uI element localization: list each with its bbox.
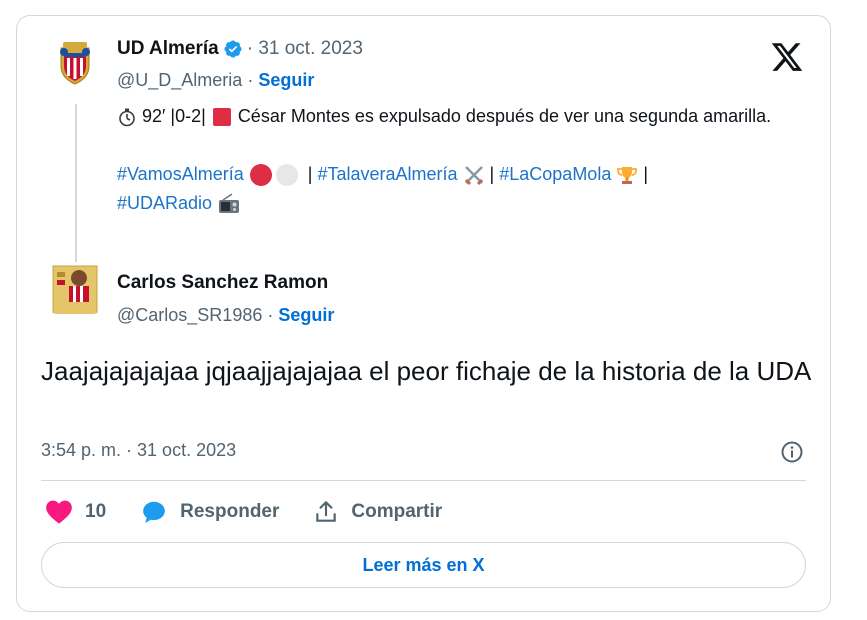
hashtag-lacopamola[interactable]: #LaCopaMola [499,164,611,184]
reply-author-name[interactable]: Carlos Sanchez Ramon [117,272,328,294]
like-button[interactable]: 10 [45,499,106,525]
red-square-icon [212,108,231,127]
handle-separator: · [242,70,259,90]
quoted-date[interactable]: · 31 oct. 2023 [247,38,363,60]
trophy-icon [617,167,638,185]
reply-tweet-header: Carlos Sanchez Ramon [117,272,328,294]
read-more-on-x-button[interactable]: Leer más en X [41,542,806,588]
info-icon[interactable] [780,440,804,464]
quoted-handle[interactable]: @U_D_Almeria [117,70,242,90]
quoted-text-paragraph: 92′ |0-2| César Montes es expulsado desp… [117,102,777,131]
x-logo-icon[interactable] [770,40,804,74]
ud-almeria-crest-logo [49,36,101,88]
quoted-author-name[interactable]: UD Almería [117,38,219,60]
hashtag-udaradio[interactable]: #UDARadio [117,193,212,213]
match-minute-score: 92′ |0-2| [142,106,206,126]
red-white-circles-icon [249,164,298,187]
reply-tweet-text: Jaajajajajajaa jqjaajjajajajaa el peor f… [41,356,812,386]
reply-label: Responder [180,501,280,522]
tweet-timestamp[interactable]: 3:54 p. m. · 31 oct. 2023 [41,440,236,461]
tweet-embed-card: UD Almería · 31 oct. 2023 @U_D_Almeria ·… [16,15,831,612]
quoted-handle-row: @U_D_Almeria · Seguir [117,70,314,91]
radio-icon [219,193,240,214]
thread-connector-line [75,104,77,272]
reply-button[interactable]: Responder [140,499,279,525]
ud-almeria-avatar[interactable] [49,36,101,88]
like-count: 10 [85,501,107,522]
heart-icon [46,500,72,524]
reply-bubble-icon [143,501,165,523]
hashtag-separator: | [307,164,313,184]
share-label: Compartir [351,501,443,522]
carlos-avatar[interactable] [49,262,101,314]
hashtag-talaveraalmeria[interactable]: #TalaveraAlmería [317,164,457,184]
expulsion-text: César Montes es expulsado después de ver… [237,106,772,126]
crossed-swords-icon [464,166,483,186]
fifa-card-avatar-image [49,262,101,314]
tweet-actions-bar: 10 Responder Compartir [45,498,476,526]
handle-separator: · [262,305,279,325]
reply-handle[interactable]: @Carlos_SR1986 [117,305,262,325]
hashtag-vamosalmeria[interactable]: #VamosAlmería [117,164,244,184]
stopwatch-icon [119,108,135,127]
follow-button-carlos[interactable]: Seguir [278,305,334,325]
share-icon [316,501,337,522]
follow-button-almeria[interactable]: Seguir [258,70,314,90]
hashtag-separator: | [489,164,495,184]
actions-divider [41,480,806,481]
quoted-tweet-text: 92′ |0-2| César Montes es expulsado desp… [117,102,777,218]
verified-badge-icon [224,40,242,58]
quoted-tweet-header: UD Almería · 31 oct. 2023 [117,38,363,60]
hashtag-separator: | [643,164,649,184]
reply-handle-row: @Carlos_SR1986 · Seguir [117,305,334,326]
hashtags-paragraph: #VamosAlmería | #TalaveraAlmería | #LaCo… [117,160,777,218]
share-button[interactable]: Compartir [313,499,442,525]
